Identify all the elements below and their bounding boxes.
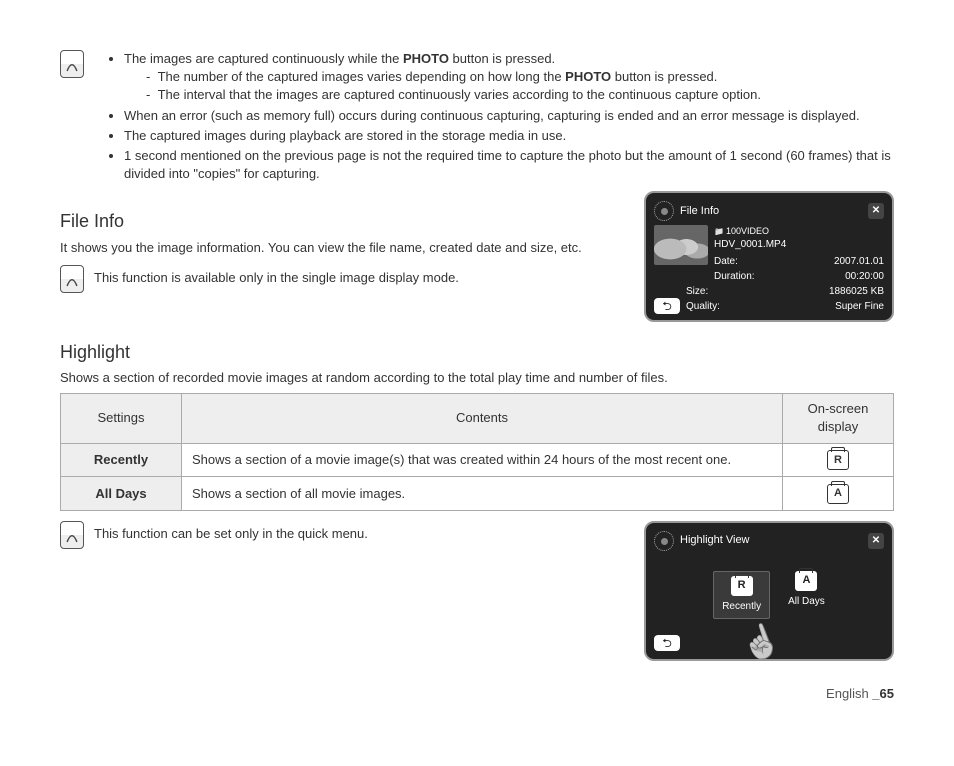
panel-title: File Info [680, 204, 862, 219]
highlight-table: Settings Contents On-screen display Rece… [60, 393, 894, 511]
highlight-heading: Highlight [60, 340, 894, 365]
folder-label: 100VIDEO [714, 225, 884, 238]
note-item: When an error (such as memory full) occu… [124, 107, 894, 125]
thumbnail [654, 225, 708, 265]
alldays-icon: A [795, 571, 817, 591]
meta-row: Duration:00:20:00 [714, 269, 884, 284]
highlight-note: This function can be set only in the qui… [94, 521, 368, 543]
panel-title: Highlight View [680, 533, 862, 548]
recently-icon: R [827, 450, 849, 470]
meta-row: Date:2007.01.01 [714, 254, 884, 269]
reel-icon [654, 531, 674, 551]
note-item: The images are captured continuously whi… [124, 50, 894, 105]
meta-row: Size:1886025 KB [686, 284, 884, 299]
th-osd: On-screen display [783, 394, 894, 443]
reel-icon [654, 201, 674, 221]
highlight-description: Shows a section of recorded movie images… [60, 369, 894, 387]
note-item: 1 second mentioned on the previous page … [124, 147, 894, 183]
file-info-heading: File Info [60, 209, 626, 234]
notes-list: The images are captured continuously whi… [106, 50, 894, 185]
th-settings: Settings [61, 394, 182, 443]
alldays-icon: A [827, 484, 849, 504]
meta-row: Quality:Super Fine [686, 299, 884, 314]
file-info-note: This function is available only in the s… [94, 265, 459, 287]
highlight-panel: Highlight View ✕ R Recently A All Days ⮌… [644, 521, 894, 661]
back-icon[interactable]: ⮌ [654, 298, 680, 314]
recently-icon: R [731, 576, 753, 596]
close-icon[interactable]: ✕ [868, 533, 884, 549]
option-recently[interactable]: R Recently [713, 571, 770, 619]
table-row: Recently Shows a section of a movie imag… [61, 443, 894, 477]
file-info-panel: File Info ✕ 100VIDEO HDV_0001.MP4 Date:2… [644, 191, 894, 322]
option-alldays[interactable]: A All Days [788, 571, 825, 619]
file-info-description: It shows you the image information. You … [60, 239, 626, 257]
close-icon[interactable]: ✕ [868, 203, 884, 219]
filename-label: HDV_0001.MP4 [714, 238, 884, 252]
table-row: All Days Shows a section of all movie im… [61, 477, 894, 511]
back-icon[interactable]: ⮌ [654, 635, 680, 651]
note-icon [60, 50, 84, 78]
note-icon [60, 521, 84, 549]
th-contents: Contents [182, 394, 783, 443]
page-footer: English _65 [60, 685, 894, 703]
note-item: The captured images during playback are … [124, 127, 894, 145]
note-icon [60, 265, 84, 293]
